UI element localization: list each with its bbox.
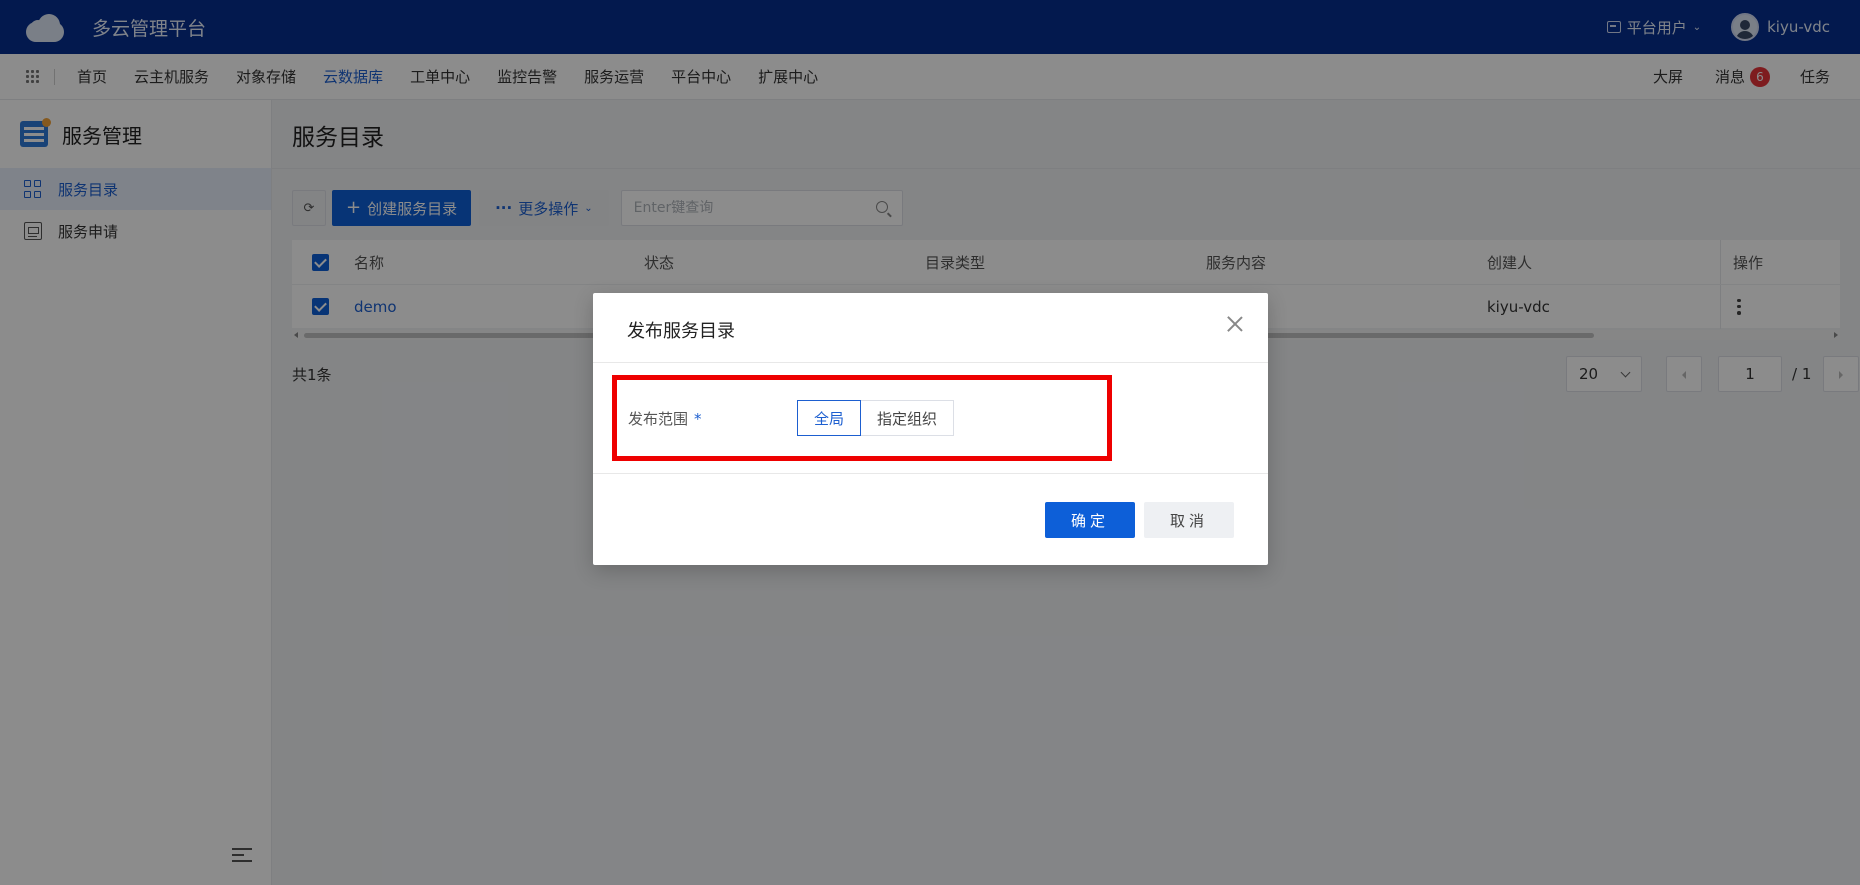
dialog-footer: 确定 取消 (593, 474, 1268, 564)
confirm-button[interactable]: 确定 (1045, 502, 1135, 538)
required-mark: * (694, 410, 702, 428)
dialog-title: 发布服务目录 (627, 321, 735, 342)
close-icon[interactable] (1226, 315, 1244, 333)
publish-scope-label: 发布范围 * (628, 408, 702, 429)
cancel-button[interactable]: 取消 (1144, 502, 1234, 538)
publish-scope-options: 全局 指定组织 (797, 400, 955, 436)
dialog-header: 发布服务目录 (593, 293, 1268, 363)
publish-scope-label-text: 发布范围 (628, 410, 689, 428)
dialog-body: 发布范围 * 全局 指定组织 (593, 363, 1268, 474)
scope-option-global[interactable]: 全局 (797, 400, 862, 436)
publish-catalog-dialog: 发布服务目录 发布范围 * 全局 指定组织 确定 取消 (593, 293, 1268, 565)
scope-option-organization[interactable]: 指定组织 (861, 400, 955, 436)
